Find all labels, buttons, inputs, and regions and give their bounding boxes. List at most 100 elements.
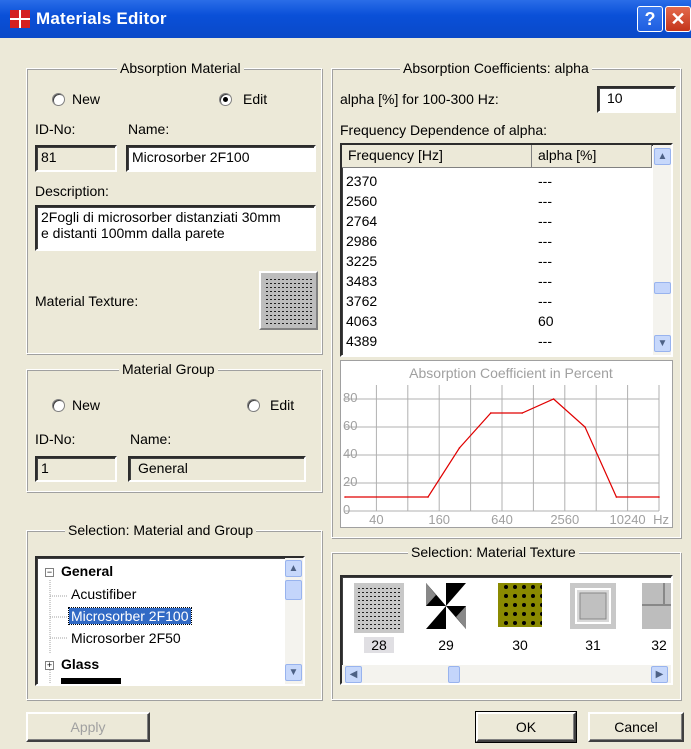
table-scroll-up-icon[interactable]: ▲ <box>654 148 671 165</box>
table-scrollbar[interactable] <box>653 145 671 355</box>
material-new-radio[interactable] <box>52 93 65 106</box>
table-row[interactable]: 4063 60 <box>342 313 642 329</box>
group-edit-label: Edit <box>270 397 295 413</box>
table-scroll-thumb[interactable] <box>654 282 671 294</box>
window-title: Materials Editor <box>36 9 167 28</box>
apply-button[interactable]: Apply <box>26 712 150 742</box>
material-id-field: 81 <box>35 145 117 172</box>
selection-tree-legend: Selection: Material and Group <box>65 522 257 538</box>
help-button[interactable]: ? <box>637 6 663 32</box>
freq-cell: 2560 <box>346 193 378 209</box>
chart-ytick-label: 40 <box>343 446 357 461</box>
texture-scroll-left-icon[interactable]: ◀ <box>345 666 362 683</box>
texture-30[interactable] <box>498 583 544 627</box>
group-new-label: New <box>72 397 101 413</box>
tree-scroll-down-icon[interactable]: ▼ <box>285 664 302 681</box>
freq-cell: 2764 <box>346 213 378 229</box>
absorption-coefficients-legend: Absorption Coefficients: alpha <box>400 60 592 76</box>
chart-x-unit-label: Hz <box>653 512 669 527</box>
frequency-dependence-label: Frequency Dependence of alpha: <box>340 122 548 138</box>
cancel-button[interactable]: Cancel <box>588 712 684 742</box>
chart-point <box>584 426 586 428</box>
table-row[interactable]: 3483 --- <box>342 273 642 289</box>
material-texture-label: Material Texture: <box>35 293 139 309</box>
texture-29-label: 29 <box>438 637 454 653</box>
frequency-table-header: Frequency [Hz] alpha [%] <box>342 145 652 168</box>
description-textarea[interactable]: 2Fogli di microsorber distanziati 30mm e… <box>35 205 316 251</box>
tree-scroll-up-icon[interactable]: ▲ <box>285 560 302 577</box>
absorption-material-legend: Absorption Material <box>117 60 244 76</box>
chart-ytick-label: 80 <box>343 390 357 405</box>
table-row[interactable]: 4389 --- <box>342 333 642 349</box>
texture-selection-legend: Selection: Material Texture <box>408 544 579 560</box>
tree-item-microsorber-2f100[interactable]: Microsorber 2F100 <box>68 607 192 625</box>
freq-cell: 4063 <box>346 313 378 329</box>
texture-scroll-thumb[interactable] <box>448 666 460 683</box>
table-row[interactable]: 3762 --- <box>342 293 642 309</box>
table-row[interactable]: 2986 --- <box>342 233 642 249</box>
chart-ytick-label: 0 <box>343 502 350 517</box>
alpha-low-input[interactable]: 10 <box>597 86 676 113</box>
texture-32-label: 32 <box>651 637 667 653</box>
alpha-low-label: alpha [%] for 100-300 Hz: <box>340 91 499 107</box>
material-tree-view[interactable]: − General Acustifiber Microsorber 2F100 … <box>35 556 305 686</box>
texture-31-label: 31 <box>585 637 601 653</box>
materials-editor-window: Materials Editor ? ✕ Absorption Material… <box>0 0 691 749</box>
tree-item-glass[interactable]: Glass <box>61 656 99 672</box>
texture-28[interactable] <box>354 583 404 633</box>
chart-point <box>521 412 524 414</box>
alpha-cell: --- <box>538 333 552 349</box>
close-button[interactable]: ✕ <box>665 6 691 32</box>
texture-31[interactable] <box>570 583 616 629</box>
title-bar: Materials Editor ? ✕ <box>0 0 691 38</box>
material-name-input[interactable]: Microsorber 2F100 <box>126 145 316 172</box>
col-alpha-header[interactable]: alpha [%] <box>532 145 652 167</box>
expand-glass-icon[interactable]: + <box>45 661 54 670</box>
tree-item-partial <box>61 678 121 684</box>
frequency-table[interactable]: Frequency [Hz] alpha [%] 2370 --- 2560 ---… <box>340 143 673 357</box>
texture-list[interactable]: 28 29 30 31 32 ◀ ▶ <box>340 575 673 685</box>
chart-ytick-label: 60 <box>343 418 357 433</box>
alpha-cell: --- <box>538 213 552 229</box>
tree-item-microsorber-2f50[interactable]: Microsorber 2F50 <box>71 630 181 646</box>
ok-button[interactable]: OK <box>475 711 577 743</box>
description-line-2: e distanti 100mm dalla parete <box>41 225 225 241</box>
group-id-label: ID-No: <box>35 431 76 447</box>
alpha-cell: --- <box>538 233 552 249</box>
texture-31-icon <box>570 583 616 629</box>
chart-point <box>490 412 492 414</box>
chart-xtick-label: 2560 <box>550 512 579 527</box>
col-frequency-header[interactable]: Frequency [Hz] <box>342 145 532 167</box>
group-new-radio[interactable] <box>52 399 65 412</box>
texture-29[interactable] <box>426 583 466 629</box>
material-edit-radio[interactable] <box>219 93 232 106</box>
texture-hscrollbar[interactable] <box>342 665 671 683</box>
texture-28-icon <box>354 583 404 633</box>
texture-30-label: 30 <box>512 637 528 653</box>
alpha-cell: --- <box>538 193 552 209</box>
chart-ytick-label: 20 <box>343 474 357 489</box>
texture-32[interactable] <box>642 583 671 629</box>
chart-point <box>344 496 346 498</box>
chart-point <box>458 447 461 449</box>
texture-scroll-right-icon[interactable]: ▶ <box>651 666 668 683</box>
tree-scroll-thumb[interactable] <box>285 580 302 600</box>
chart-point <box>427 496 429 498</box>
alpha-cell: --- <box>538 173 552 189</box>
table-row[interactable]: 2560 --- <box>342 193 642 209</box>
tree-item-acustifiber[interactable]: Acustifiber <box>71 586 136 602</box>
table-scroll-down-icon[interactable]: ▼ <box>654 335 671 352</box>
chart-title: Absorption Coefficient in Percent <box>409 365 613 381</box>
table-row[interactable]: 2370 --- <box>342 173 642 189</box>
chart-xtick-label: 10240 <box>610 512 646 527</box>
texture-28-preview-icon <box>261 273 316 328</box>
material-name-label: Name: <box>128 121 170 137</box>
table-row[interactable]: 2764 --- <box>342 213 642 229</box>
material-texture-preview[interactable] <box>259 271 318 330</box>
tree-item-general[interactable]: General <box>61 563 113 579</box>
alpha-cell: --- <box>538 293 552 309</box>
collapse-general-icon[interactable]: − <box>45 568 54 577</box>
material-edit-label: Edit <box>243 91 268 107</box>
group-edit-radio[interactable] <box>247 399 260 412</box>
table-row[interactable]: 3225 --- <box>342 253 642 269</box>
